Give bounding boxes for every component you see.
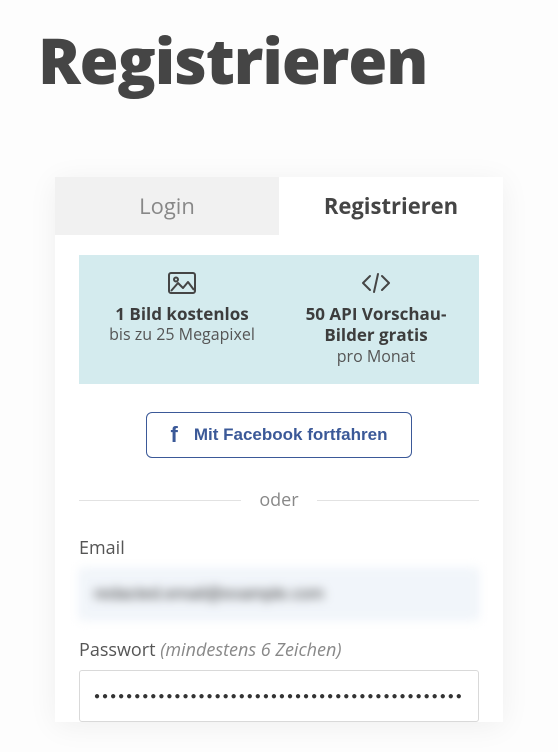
facebook-row: f Mit Facebook fortfahren	[79, 412, 479, 458]
image-icon	[168, 269, 196, 297]
facebook-icon: f	[171, 424, 178, 446]
tab-login[interactable]: Login	[55, 177, 279, 235]
code-icon	[360, 269, 392, 297]
email-label: Email	[79, 536, 479, 560]
password-hint: (mindestens 6 Zeichen)	[160, 638, 341, 662]
password-label: Passwort	[79, 638, 156, 662]
promo-banner: 1 Bild kostenlos bis zu 25 Megapixel 50 …	[79, 255, 479, 384]
divider-label: oder	[259, 488, 298, 512]
promo-api: 50 API Vorschau-Bilder gratis pro Monat	[279, 269, 473, 366]
promo-free-image-title: 1 Bild kostenlos	[109, 303, 254, 324]
promo-free-image: 1 Bild kostenlos bis zu 25 Megapixel	[85, 269, 279, 366]
promo-free-image-sub: bis zu 25 Megapixel	[103, 324, 261, 345]
tabs: Login Registrieren	[55, 177, 503, 235]
promo-api-title: 50 API Vorschau-Bilder gratis	[279, 303, 473, 346]
tab-register[interactable]: Registrieren	[279, 177, 503, 235]
or-divider: oder	[79, 488, 479, 512]
facebook-button-label: Mit Facebook fortfahren	[194, 425, 388, 445]
email-field-block: Email	[79, 536, 479, 620]
auth-card: Login Registrieren 1 Bild kostenlos bis …	[55, 177, 503, 722]
password-field[interactable]	[79, 670, 479, 722]
divider-line-left	[79, 500, 241, 501]
email-field[interactable]	[79, 568, 479, 620]
password-field-block: Passwort (mindestens 6 Zeichen)	[79, 638, 479, 722]
divider-line-right	[317, 500, 479, 501]
card-body: 1 Bild kostenlos bis zu 25 Megapixel 50 …	[55, 235, 503, 722]
facebook-continue-button[interactable]: f Mit Facebook fortfahren	[146, 412, 413, 458]
promo-api-sub: pro Monat	[331, 346, 422, 367]
password-label-row: Passwort (mindestens 6 Zeichen)	[79, 638, 479, 662]
page-title: Registrieren	[0, 0, 558, 103]
